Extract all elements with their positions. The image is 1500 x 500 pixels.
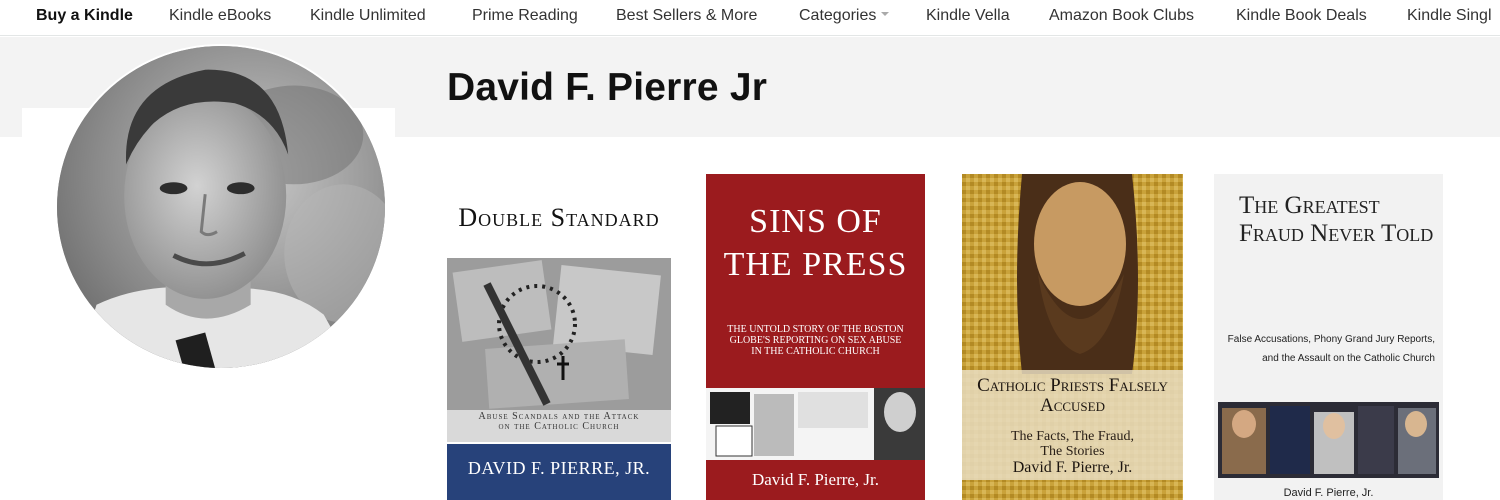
book-author: DAVID F. PIERRE, JR. bbox=[467, 458, 651, 478]
nav-buy-a-kindle[interactable]: Buy a Kindle bbox=[36, 0, 133, 35]
book-title: The Greatest Fraud Never Told bbox=[1239, 192, 1434, 247]
book-title: Double Standard bbox=[458, 203, 660, 232]
nav-categories[interactable]: Categories bbox=[799, 0, 890, 35]
book-cover-greatest-fraud-never-told[interactable]: The Greatest Fraud Never Told False Accu… bbox=[1214, 174, 1443, 500]
nav-kindle-vella[interactable]: Kindle Vella bbox=[926, 0, 1010, 35]
author-name: David F. Pierre Jr bbox=[447, 66, 768, 109]
nav-kindle-book-deals[interactable]: Kindle Book Deals bbox=[1236, 0, 1367, 35]
book-author: David F. Pierre, Jr. bbox=[1012, 459, 1133, 476]
nav-prime-reading[interactable]: Prime Reading bbox=[472, 0, 578, 35]
nav-best-sellers[interactable]: Best Sellers & More bbox=[616, 0, 757, 35]
top-navigation: Buy a Kindle Kindle eBooks Kindle Unlimi… bbox=[0, 0, 1500, 36]
nav-amazon-book-clubs[interactable]: Amazon Book Clubs bbox=[1049, 0, 1194, 35]
book-subtitle: The Untold Story of the Boston Globe's R… bbox=[727, 324, 904, 357]
book-title: SINS OF THE PRESS bbox=[723, 203, 908, 283]
book-author: David F. Pierre, Jr. bbox=[1283, 487, 1374, 499]
author-avatar[interactable] bbox=[55, 44, 387, 370]
book-subtitle: Abuse Scandals and the Attack on the Cat… bbox=[478, 411, 640, 432]
author-photo-image bbox=[57, 46, 385, 368]
nav-kindle-unlimited[interactable]: Kindle Unlimited bbox=[310, 0, 426, 35]
book-author: David F. Pierre, Jr. bbox=[751, 470, 880, 489]
book-subtitle: The Facts, The Fraud, The Stories bbox=[1011, 429, 1134, 459]
book-title: Catholic Priests Falsely Accused bbox=[977, 375, 1168, 416]
nav-kindle-ebooks[interactable]: Kindle eBooks bbox=[169, 0, 271, 35]
nav-categories-label: Categories bbox=[799, 7, 877, 24]
book-cover-double-standard[interactable]: Double Standard Abuse Scandals and the A… bbox=[447, 174, 671, 500]
book-cover-sins-of-the-press[interactable]: SINS OF THE PRESS The Untold Story of th… bbox=[706, 174, 925, 500]
book-subtitle: False Accusations, Phony Grand Jury Repo… bbox=[1227, 334, 1435, 364]
chevron-down-icon bbox=[881, 12, 890, 16]
nav-kindle-singles[interactable]: Kindle Singl bbox=[1407, 0, 1492, 35]
book-cover-catholic-priests-falsely-accused[interactable]: Catholic Priests Falsely Accused The Fac… bbox=[962, 174, 1183, 500]
